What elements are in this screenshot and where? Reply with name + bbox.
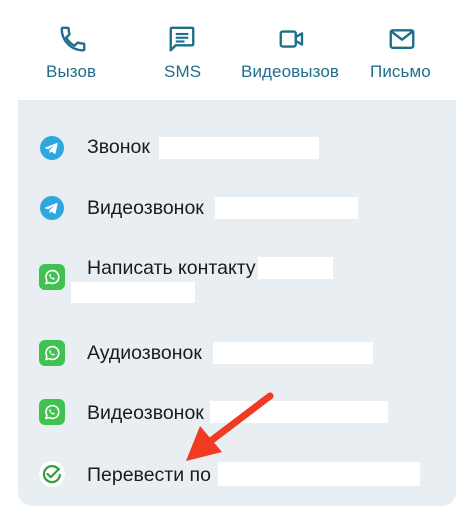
phone-icon xyxy=(60,26,86,52)
telegram-video-call-label: Видеозвонок xyxy=(87,197,204,219)
payment-check-icon xyxy=(39,461,65,487)
whatsapp-icon xyxy=(39,340,65,366)
redacted-contact-name xyxy=(159,137,319,159)
redacted-contact-name xyxy=(218,462,420,486)
redacted-contact-name xyxy=(215,197,358,219)
contact-action-bar: Вызов SMS Видеовызов Письмо xyxy=(0,0,474,100)
redacted-contact-name xyxy=(213,342,373,364)
video-camera-icon xyxy=(279,30,304,48)
message-icon xyxy=(169,26,195,52)
redacted-contact-name xyxy=(210,401,388,423)
sms-action-button[interactable]: SMS xyxy=(150,0,214,100)
call-action-label: Вызов xyxy=(46,62,97,81)
whatsapp-audio-call-label: Аудиозвонок xyxy=(87,342,202,364)
video-call-action-label: Видеовызов xyxy=(241,62,340,81)
money-transfer-label: Перевести по xyxy=(87,464,211,486)
call-action-button[interactable]: Вызов xyxy=(36,0,110,100)
sms-action-label: SMS xyxy=(164,62,202,81)
telegram-icon xyxy=(40,136,64,160)
video-call-action-button[interactable]: Видеовызов xyxy=(238,0,346,100)
whatsapp-icon xyxy=(39,399,65,425)
email-action-button[interactable]: Письмо xyxy=(366,0,438,100)
whatsapp-video-call-label: Видеозвонок xyxy=(87,402,204,424)
telegram-call-label: Звонок xyxy=(87,136,150,158)
mail-icon xyxy=(389,29,415,49)
connected-apps-card: Звонок Видеозвонок Написать контакту Ауд… xyxy=(18,101,456,506)
whatsapp-icon xyxy=(39,264,65,290)
email-action-label: Письмо xyxy=(370,62,431,81)
whatsapp-message-label: Написать контакту xyxy=(87,257,256,279)
redacted-contact-name xyxy=(71,282,195,303)
redacted-contact-name xyxy=(258,257,333,279)
telegram-icon xyxy=(40,196,64,220)
